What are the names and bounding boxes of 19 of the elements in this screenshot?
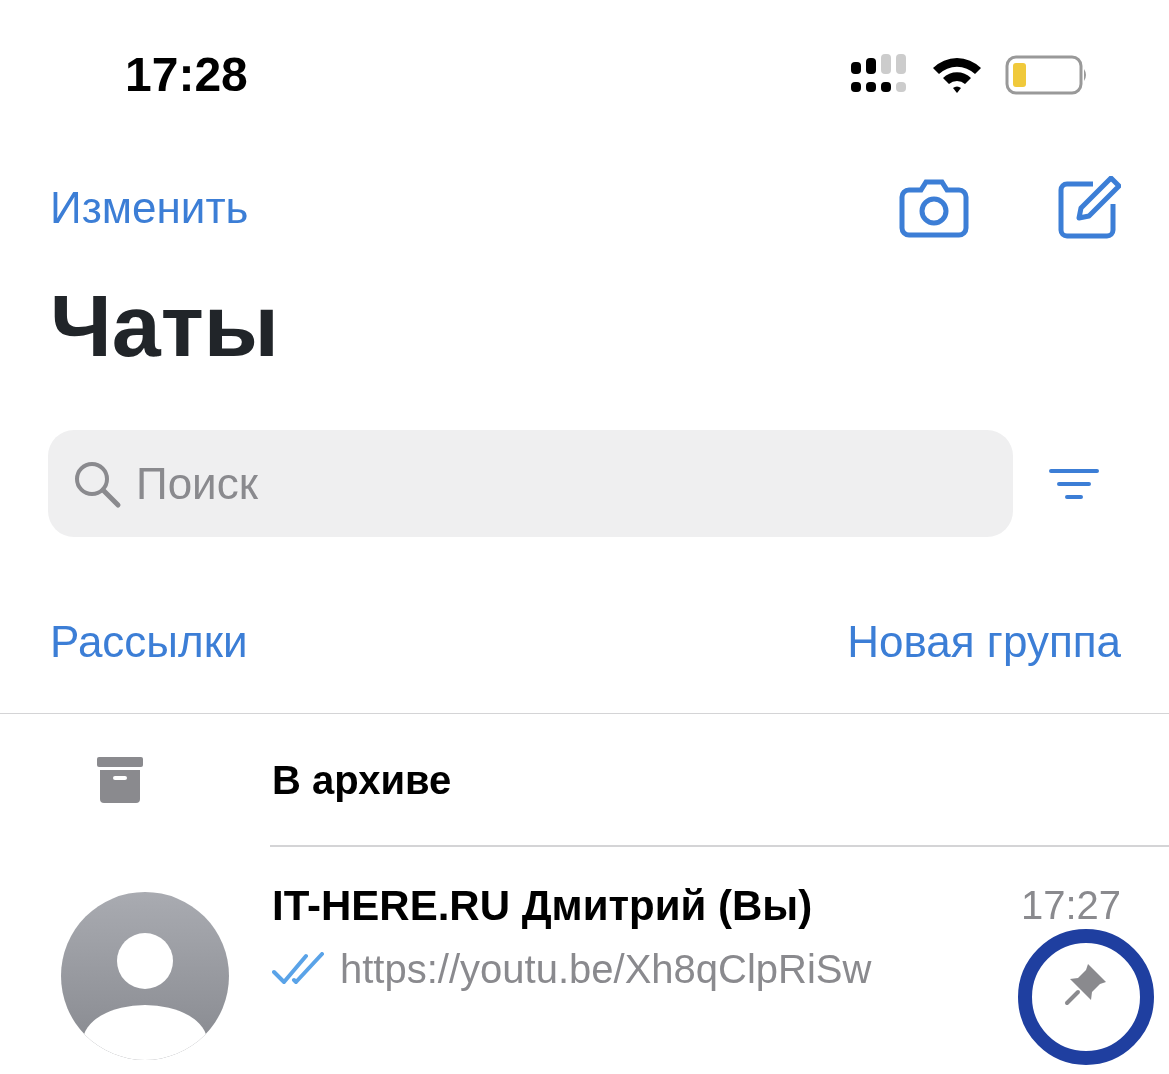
camera-icon[interactable] xyxy=(899,177,969,238)
page-title: Чаты xyxy=(50,275,281,370)
chat-row[interactable]: IT-HERE.RU Дмитрий (Вы) 17:27 https://youtu.be/Xh8qClpRiSw xyxy=(0,846,1169,1073)
new-group-link[interactable]: Новая группа xyxy=(847,609,1121,675)
message-preview: https://youtu.be/Xh8qClpRiSw xyxy=(340,948,872,989)
broadcasts-link[interactable]: Рассылки xyxy=(50,609,248,675)
message-time: 17:27 xyxy=(1020,884,1121,925)
avatar-icon xyxy=(60,890,230,1061)
archive-label: В архиве xyxy=(272,756,452,804)
archive-row[interactable]: В архиве xyxy=(0,714,1169,845)
battery-icon xyxy=(1005,55,1089,95)
search-field[interactable]: Поиск xyxy=(48,430,1013,537)
chat-name: IT-HERE.RU Дмитрий (Вы) xyxy=(272,884,813,927)
archive-box-icon xyxy=(97,756,143,803)
clock-time: 17:28 xyxy=(125,47,248,103)
compose-icon[interactable] xyxy=(1057,175,1121,240)
wifi-icon xyxy=(931,56,983,94)
filter-icon[interactable] xyxy=(1049,467,1099,500)
edit-link[interactable]: Изменить xyxy=(50,174,249,241)
